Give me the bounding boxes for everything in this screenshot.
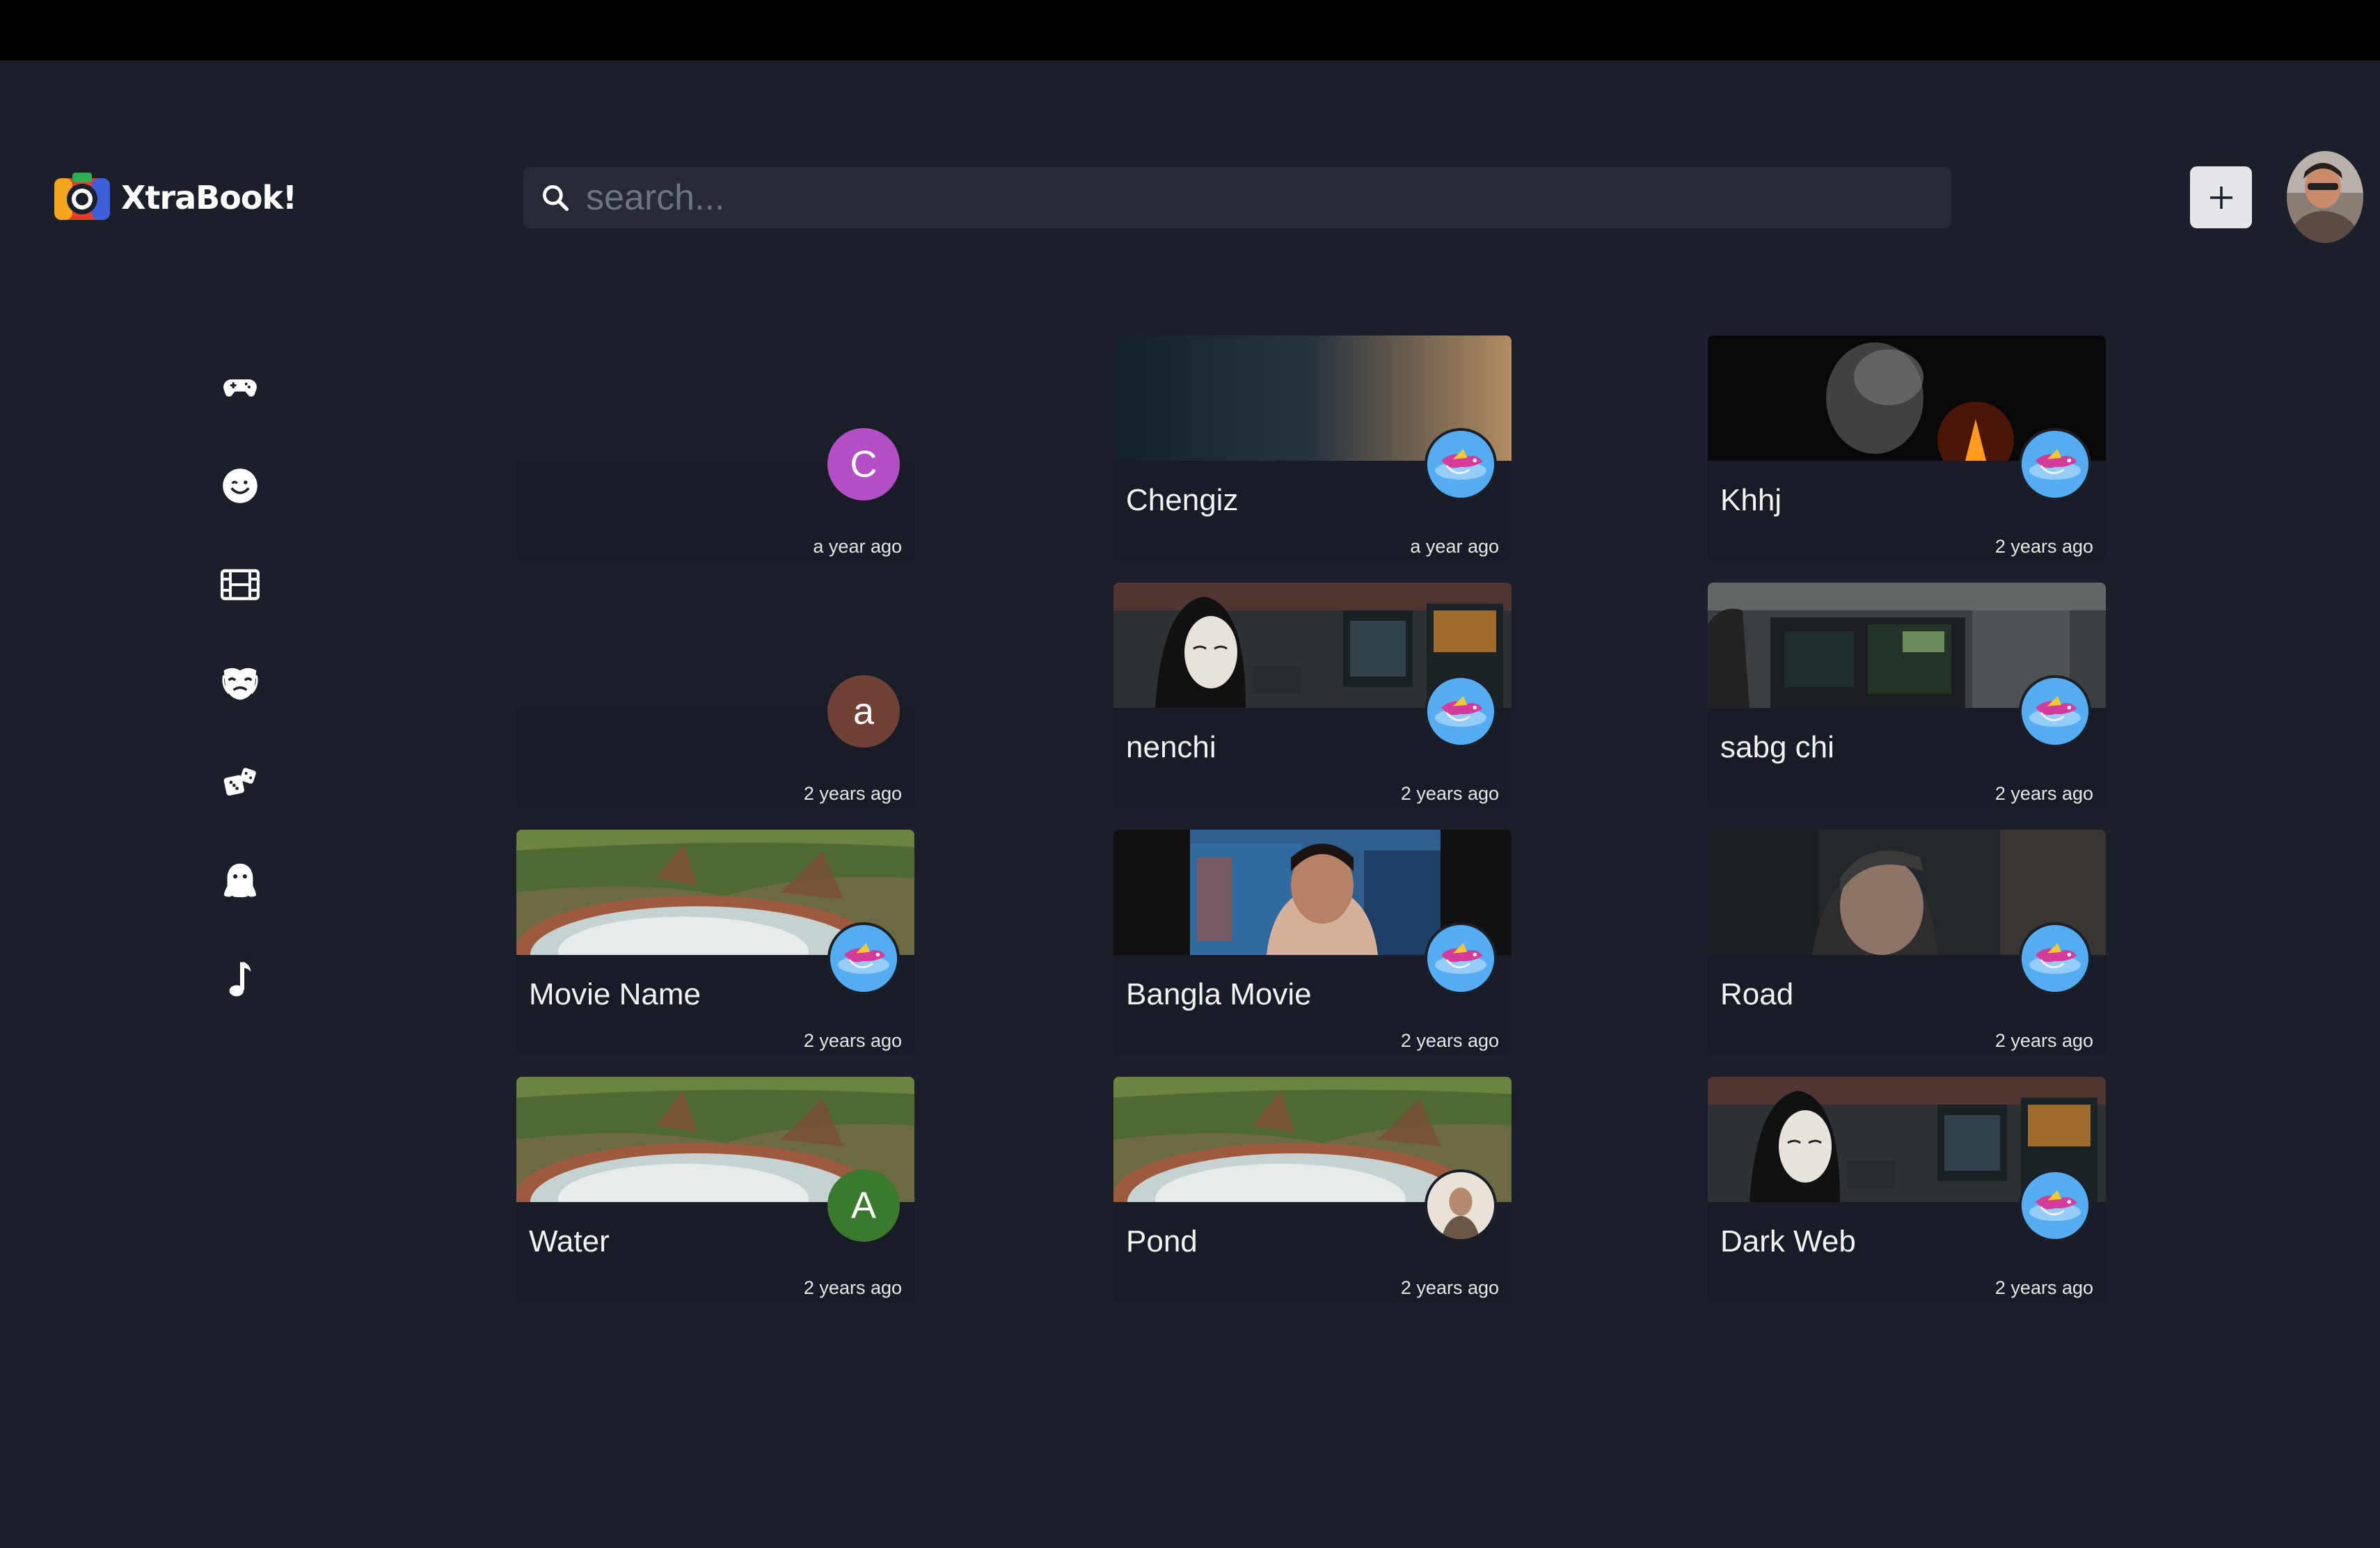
channel-avatar[interactable]: A	[827, 1169, 900, 1242]
channel-avatar[interactable]: a	[827, 675, 900, 748]
gamepad-icon	[223, 379, 257, 397]
video-card[interactable]: Chengiz a year ago	[1113, 335, 1512, 561]
video-card[interactable]: sabg chi 2 years ago	[1708, 583, 2106, 808]
upload-time: 2 years ago	[1400, 1277, 1499, 1298]
video-card[interactable]: nenchi 2 years ago	[1113, 583, 1512, 808]
camera-logo-icon	[51, 167, 113, 228]
channel-avatar[interactable]	[1425, 428, 1497, 500]
film-icon	[221, 569, 260, 601]
channel-avatar[interactable]	[2019, 1169, 2091, 1242]
video-title[interactable]: Dark Web	[1720, 1224, 1856, 1259]
sidebar-item-movies[interactable]	[212, 557, 268, 613]
video-title[interactable]: Movie Name	[529, 977, 701, 1012]
upload-time: 2 years ago	[1994, 783, 2093, 804]
search-bar[interactable]	[523, 167, 1951, 228]
search-icon	[543, 185, 569, 212]
plus-icon	[2210, 186, 2232, 209]
video-title[interactable]: nenchi	[1126, 730, 1216, 765]
video-card[interactable]: Bangla Movie 2 years ago	[1113, 830, 1512, 1055]
upload-time: 2 years ago	[1994, 536, 2093, 557]
video-title[interactable]: Water	[529, 1224, 610, 1259]
video-card[interactable]: Road 2 years ago	[1708, 830, 2106, 1055]
dice-icon	[223, 768, 256, 796]
add-button[interactable]	[2190, 166, 2252, 228]
top-bar	[0, 0, 2380, 61]
video-title[interactable]: Road	[1720, 977, 1793, 1012]
video-title[interactable]: Bangla Movie	[1126, 977, 1312, 1012]
upload-time: 2 years ago	[803, 1277, 902, 1298]
mask-icon	[222, 668, 258, 700]
sidebar-item-comedy[interactable]	[212, 458, 268, 514]
search-input[interactable]	[585, 176, 1910, 219]
channel-avatar[interactable]	[1425, 675, 1497, 748]
upload-time: a year ago	[813, 536, 902, 557]
upload-time: 2 years ago	[1400, 1030, 1499, 1051]
video-title[interactable]: sabg chi	[1720, 730, 1834, 765]
upload-time: 2 years ago	[803, 1030, 902, 1051]
channel-avatar[interactable]: C	[827, 428, 900, 500]
sidebar-item-drama[interactable]	[212, 656, 268, 711]
channel-avatar[interactable]	[827, 922, 900, 995]
video-card[interactable]: Dark Web 2 years ago	[1708, 1077, 2106, 1302]
channel-avatar[interactable]	[2019, 922, 2091, 995]
upload-time: 2 years ago	[803, 783, 902, 804]
video-card[interactable]: Pond 2 years ago	[1113, 1077, 1512, 1302]
avatar-letter: A	[850, 1185, 877, 1226]
video-card[interactable]: 2 years ago a	[516, 583, 914, 808]
upload-time: 2 years ago	[1400, 783, 1499, 804]
avatar-letter: C	[850, 443, 878, 485]
video-card[interactable]: Water 2 years ago A	[516, 1077, 914, 1302]
channel-avatar[interactable]	[2019, 428, 2091, 500]
video-title[interactable]: Khhj	[1720, 483, 1782, 518]
video-title[interactable]: Chengiz	[1126, 483, 1238, 518]
upload-time: 2 years ago	[1994, 1030, 2093, 1051]
user-avatar[interactable]	[2287, 151, 2363, 243]
video-card[interactable]: Khhj 2 years ago	[1708, 335, 2106, 561]
sidebar-item-games-of-chance[interactable]	[212, 755, 268, 810]
music-note-icon	[229, 962, 251, 997]
video-card[interactable]: Movie Name 2 years ago	[516, 830, 914, 1055]
video-title[interactable]: Pond	[1126, 1224, 1198, 1259]
app-name: XtraBook!	[121, 179, 297, 216]
ghost-icon	[224, 863, 256, 897]
upload-time: a year ago	[1410, 536, 1499, 557]
smile-icon	[223, 468, 257, 503]
channel-avatar[interactable]	[2019, 675, 2091, 748]
sidebar-item-games[interactable]	[212, 359, 268, 415]
avatar-letter: a	[852, 690, 875, 732]
sidebar-item-music[interactable]	[212, 952, 268, 1008]
video-card[interactable]: a year ago C	[516, 335, 914, 561]
app-logo[interactable]: XtraBook!	[51, 167, 297, 228]
channel-avatar[interactable]	[1425, 1169, 1497, 1242]
channel-avatar[interactable]	[1425, 922, 1497, 995]
upload-time: 2 years ago	[1994, 1277, 2093, 1298]
sidebar-item-horror[interactable]	[212, 853, 268, 909]
